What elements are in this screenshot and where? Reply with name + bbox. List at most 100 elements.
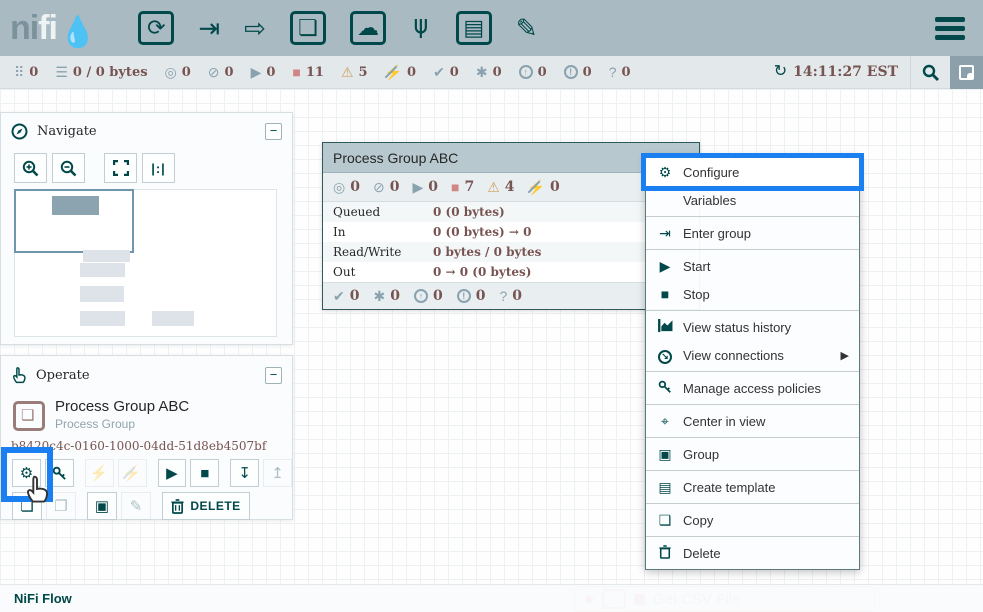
brush-icon: ✎ (130, 497, 143, 515)
input-port-icon[interactable]: ⇥ (198, 15, 220, 41)
label-icon[interactable]: ✎ (516, 15, 538, 41)
locally-modified-count: ! 0 (564, 65, 592, 80)
count-value: 0 (450, 65, 459, 80)
paste-button[interactable]: ❐ (46, 492, 76, 520)
menu-item-view-connections[interactable]: ↘ View connections ▶ (646, 341, 859, 369)
asterisk-icon: ✱ (373, 289, 385, 303)
menu-item-start[interactable]: ▶ Start (646, 252, 859, 280)
menu-item-create-template[interactable]: ▤ Create template (646, 473, 859, 501)
menu-item-label: Configure (683, 165, 739, 180)
processor-icon[interactable]: ⟳ (138, 11, 174, 45)
hamburger-bar (935, 35, 965, 40)
menu-item-group[interactable]: ▣ Group (646, 440, 859, 468)
exclamation-circle-icon: ! (457, 289, 471, 303)
template-icon[interactable]: ▤ (456, 11, 492, 45)
count-value: 0 (350, 288, 360, 304)
global-menu-button[interactable] (935, 13, 965, 44)
operate-title: Operate (36, 368, 90, 383)
group-button[interactable]: ▣ (87, 492, 117, 520)
stop-button[interactable]: ■ (190, 459, 219, 487)
crosshair-icon: ⌖ (656, 413, 674, 430)
running-count: ▶ 0 (251, 65, 276, 80)
process-group-icon[interactable]: ❏ (290, 11, 326, 45)
remote-process-group-icon[interactable]: ☁ (350, 11, 386, 45)
minimap-component (52, 196, 99, 215)
zoom-fit-button[interactable] (104, 153, 137, 183)
enable-button[interactable]: ⚡ (85, 459, 114, 487)
zoom-in-button[interactable] (14, 153, 47, 183)
color-button[interactable]: ✎ (121, 492, 151, 520)
copy-button[interactable]: ❏ (12, 492, 42, 520)
collapse-operate-button[interactable]: − (265, 367, 282, 384)
output-port-icon[interactable]: ⇨ (244, 15, 266, 41)
process-group-badge-icon (13, 401, 45, 431)
disable-button[interactable]: ⚡ (118, 459, 147, 487)
start-button[interactable]: ▶ (158, 459, 187, 487)
count-value: 0 (550, 179, 560, 195)
menu-item-label: Group (683, 447, 719, 462)
funnel-icon[interactable]: ⋔ (410, 15, 432, 41)
count-value: 0 (390, 288, 400, 304)
menu-separator (646, 310, 859, 311)
queued-count: ☰ 0 / 0 bytes (55, 65, 147, 80)
breadcrumb-nifi-flow[interactable]: NiFi Flow (14, 591, 72, 606)
save-flow-version-button[interactable]: ↧ (230, 459, 259, 487)
search-button[interactable] (910, 56, 950, 89)
process-group-component[interactable]: Process Group ABC ◎0 ⊘0 ▶0 ■7 ⚠4 ⚡0 Queu… (322, 142, 700, 310)
bulletin-panel-toggle[interactable] (950, 56, 983, 89)
count-value: 0 (476, 288, 486, 304)
lightning-slash-icon: ⚡ (123, 466, 142, 481)
refresh-icon[interactable]: ↻ (774, 64, 787, 80)
menu-item-enter-group[interactable]: ⇥ Enter group (646, 219, 859, 247)
zoom-actual-button[interactable]: |:| (142, 153, 175, 183)
zoom-out-icon (60, 160, 77, 177)
count-value: 0 (493, 65, 502, 80)
count-value: 5 (359, 65, 368, 80)
count-value: 0 (407, 65, 416, 80)
birdseye-minimap[interactable] (14, 189, 277, 337)
menu-item-manage-access-policies[interactable]: Manage access policies (646, 374, 859, 402)
threads-grid-icon: ⠿ (14, 65, 24, 79)
search-icon (922, 64, 939, 81)
navigate-title: Navigate (37, 124, 97, 139)
revert-flow-version-button[interactable]: ↥ (263, 459, 292, 487)
not-transmitting-icon: ⊘ (208, 65, 220, 79)
stat-label: Queued (333, 205, 433, 219)
key-icon (656, 380, 674, 397)
count-value: 0 (266, 65, 275, 80)
menu-item-center-in-view[interactable]: ⌖ Center in view (646, 407, 859, 435)
count-value: 0 (512, 288, 522, 304)
transmitting-icon: ◎ (165, 65, 177, 79)
logo-text-ni: ni (10, 9, 38, 48)
stat-row-in: In 0 (0 bytes) → 0 5 min (323, 222, 699, 242)
zoom-out-button[interactable] (52, 153, 85, 183)
menu-item-stop[interactable]: ■ Stop (646, 280, 859, 308)
process-group-title: Process Group ABC (333, 150, 458, 166)
hamburger-bar (935, 26, 965, 31)
selected-component-name: Process Group ABC (55, 398, 189, 415)
configuration-button[interactable]: ⚙ (12, 459, 41, 487)
count-value: 11 (306, 65, 324, 80)
menu-item-copy[interactable]: ❏ Copy (646, 506, 859, 534)
trash-icon (171, 499, 184, 514)
process-group-header[interactable]: Process Group ABC (323, 143, 699, 173)
play-icon: ▶ (656, 258, 674, 275)
menu-item-label: Center in view (683, 414, 765, 429)
delete-button[interactable]: DELETE (162, 492, 250, 520)
enter-group-icon: ⇥ (656, 225, 674, 242)
connections-icon: ↘ (656, 346, 674, 364)
count-value: 4 (505, 179, 515, 195)
menu-item-configure[interactable]: ⚙ Configure (646, 158, 859, 186)
process-group-stats: Queued 0 (0 bytes) In 0 (0 bytes) → 0 5 … (323, 202, 699, 282)
question-icon: ? (609, 65, 617, 79)
menu-item-view-status-history[interactable]: View status history (646, 313, 859, 341)
minimap-component (80, 286, 124, 302)
collapse-navigate-button[interactable]: − (265, 123, 282, 140)
count-value: 0 (182, 65, 191, 80)
menu-item-variables[interactable]: Variables (646, 186, 859, 214)
group-icon: ▣ (95, 497, 109, 515)
menu-item-delete[interactable]: Delete (646, 539, 859, 567)
access-policies-button[interactable] (45, 459, 74, 487)
asterisk-icon: ✱ (476, 65, 488, 79)
running-icon: ▶ (251, 65, 262, 79)
